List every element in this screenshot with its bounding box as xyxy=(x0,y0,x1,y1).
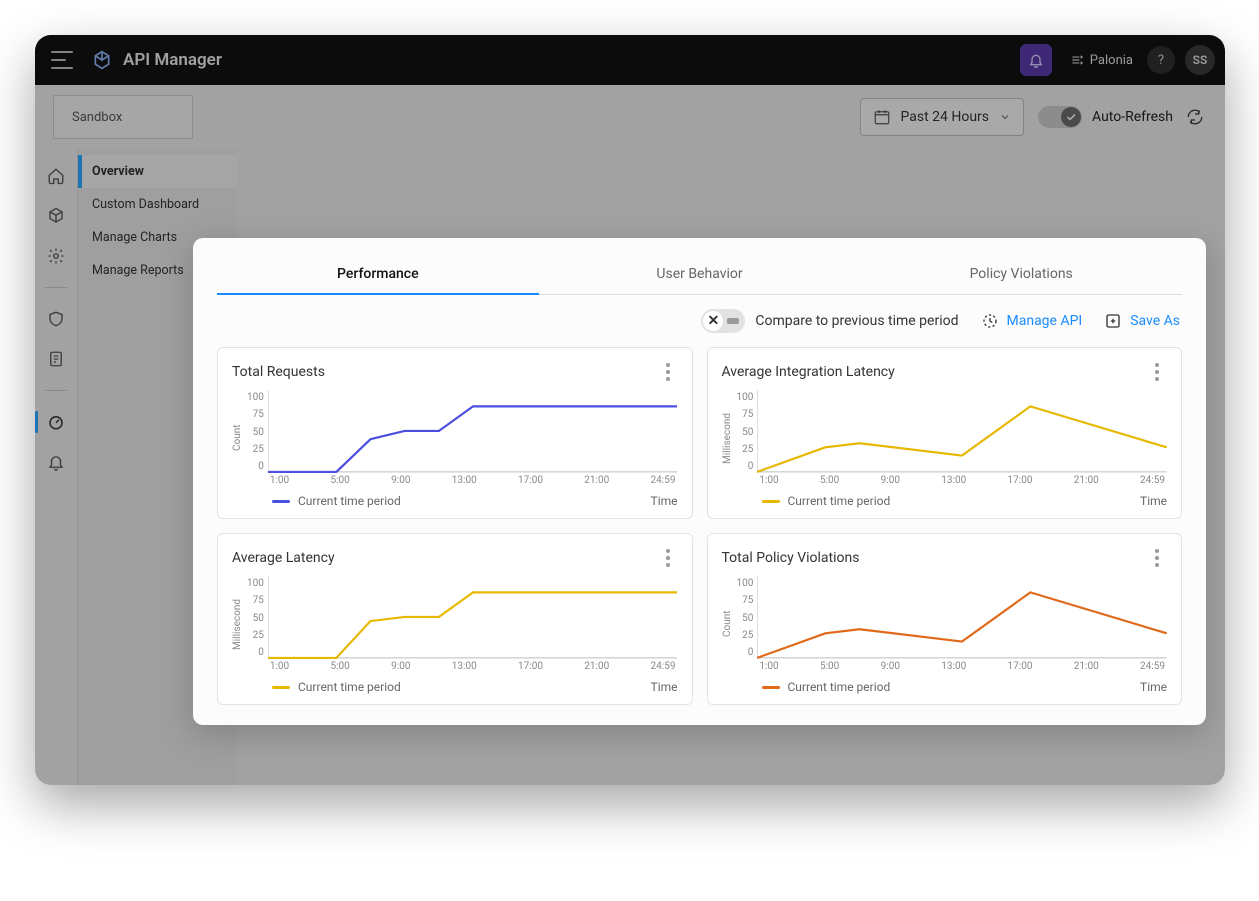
y-axis-ticks: 1007550250 xyxy=(737,390,754,486)
help-button[interactable]: ? xyxy=(1147,46,1175,74)
app-window: API Manager Palonia ? SS Sandbox Past 24… xyxy=(35,35,1225,785)
rail-cube-icon[interactable] xyxy=(43,203,69,229)
tab-user-behavior[interactable]: User Behavior xyxy=(539,256,861,294)
y-axis-label: Millisecond xyxy=(722,390,733,486)
org-name: Palonia xyxy=(1090,53,1133,68)
chart-plot: 1:005:009:0013:0017:0021:0024:59 xyxy=(757,390,1167,486)
chart-title: Average Latency xyxy=(232,550,335,566)
y-axis-label: Count xyxy=(232,390,243,486)
chart-plot: 1:005:009:0013:0017:0021:0024:59 xyxy=(268,390,678,486)
time-range-select[interactable]: Past 24 Hours xyxy=(860,98,1025,136)
org-switcher[interactable]: Palonia xyxy=(1070,53,1133,68)
chart-menu-button[interactable] xyxy=(658,546,678,570)
rail-report-icon[interactable] xyxy=(43,346,69,372)
subnav-overview[interactable]: Overview xyxy=(78,155,237,188)
topbar: API Manager Palonia ? SS xyxy=(35,35,1225,85)
x-axis-ticks: 1:005:009:0013:0017:0021:0024:59 xyxy=(268,475,678,486)
chart-menu-button[interactable] xyxy=(1147,360,1167,384)
tab-policy-violations[interactable]: Policy Violations xyxy=(860,256,1182,294)
charts-grid: Total RequestsCount10075502501:005:009:0… xyxy=(217,347,1182,705)
tab-performance[interactable]: Performance xyxy=(217,256,539,294)
chart-title: Average Integration Latency xyxy=(722,364,895,380)
gear-dashed-icon xyxy=(981,312,999,330)
chart-card: Average Integration Latency Millisecond 10… xyxy=(707,347,1183,519)
chart-plot: 1:005:009:0013:0017:0021:0024:59 xyxy=(268,576,678,672)
chart-menu-button[interactable] xyxy=(658,360,678,384)
chart-card: Total Requests Count 1007550250 1:005:009:0… xyxy=(217,347,693,519)
chart-title: Total Requests xyxy=(232,364,325,380)
y-axis-ticks: 1007550250 xyxy=(247,576,264,672)
x-axis-label: Time xyxy=(651,680,678,694)
y-axis-label: Count xyxy=(722,576,733,672)
x-axis-ticks: 1:005:009:0013:0017:0021:0024:59 xyxy=(268,661,678,672)
rail-gear-icon[interactable] xyxy=(43,243,69,269)
app-title: API Manager xyxy=(123,50,222,70)
y-axis-ticks: 1007550250 xyxy=(247,390,264,486)
chevron-down-icon xyxy=(999,111,1011,123)
subnav-custom-dashboard[interactable]: Custom Dashboard xyxy=(78,188,237,221)
chart-title: Total Policy Violations xyxy=(722,550,860,566)
panel-toolbar: ✕ Compare to previous time period Manage… xyxy=(217,305,1182,347)
chart-legend: Current time period xyxy=(762,680,891,694)
chart-card: Total Policy Violations Count 10075502501:… xyxy=(707,533,1183,705)
save-plus-icon xyxy=(1104,312,1122,330)
save-as-button[interactable]: Save As xyxy=(1104,312,1180,330)
nav-rail xyxy=(35,149,77,785)
compare-label: Compare to previous time period xyxy=(755,313,958,329)
calendar-icon xyxy=(873,108,891,126)
compare-toggle[interactable]: ✕ xyxy=(701,309,745,333)
compare-group: ✕ Compare to previous time period xyxy=(701,309,958,333)
chart-legend: Current time period xyxy=(272,680,401,694)
check-icon xyxy=(1065,111,1077,123)
y-axis-label: Millisecond xyxy=(232,576,243,672)
chart-plot: 1:005:009:0013:0017:0021:0024:59 xyxy=(757,576,1167,672)
x-axis-ticks: 1:005:009:0013:0017:0021:0024:59 xyxy=(757,475,1167,486)
menu-icon[interactable] xyxy=(51,51,73,69)
brand-logo-icon xyxy=(91,49,113,71)
x-axis-label: Time xyxy=(651,494,678,508)
x-axis-ticks: 1:005:009:0013:0017:0021:0024:59 xyxy=(757,661,1167,672)
manage-api-button[interactable]: Manage API xyxy=(981,312,1083,330)
dashboard-panel: Performance User Behavior Policy Violati… xyxy=(193,238,1206,725)
time-range-label: Past 24 Hours xyxy=(901,109,990,125)
autorefresh-toggle[interactable] xyxy=(1038,106,1082,128)
chart-legend: Current time period xyxy=(762,494,891,508)
notifications-button[interactable] xyxy=(1020,44,1052,76)
panel-tabs: Performance User Behavior Policy Violati… xyxy=(217,256,1182,295)
close-icon: ✕ xyxy=(703,311,723,331)
rail-dashboard-icon[interactable] xyxy=(43,409,69,435)
rail-bell-icon[interactable] xyxy=(43,449,69,475)
chart-card: Average Latency Millisecond 1007550250 1:00… xyxy=(217,533,693,705)
chart-legend: Current time period xyxy=(272,494,401,508)
user-avatar[interactable]: SS xyxy=(1185,45,1215,75)
org-icon xyxy=(1070,53,1084,67)
rail-shield-icon[interactable] xyxy=(43,306,69,332)
x-axis-label: Time xyxy=(1140,494,1167,508)
rail-home-icon[interactable] xyxy=(43,163,69,189)
autorefresh-group: Auto-Refresh xyxy=(1038,105,1207,129)
environment-chip[interactable]: Sandbox xyxy=(53,95,193,139)
chart-menu-button[interactable] xyxy=(1147,546,1167,570)
refresh-button[interactable] xyxy=(1183,105,1207,129)
x-axis-label: Time xyxy=(1140,680,1167,694)
page-toolbar: Sandbox Past 24 Hours Auto-Refresh xyxy=(35,85,1225,149)
y-axis-ticks: 1007550250 xyxy=(737,576,754,672)
autorefresh-label: Auto-Refresh xyxy=(1092,109,1173,125)
